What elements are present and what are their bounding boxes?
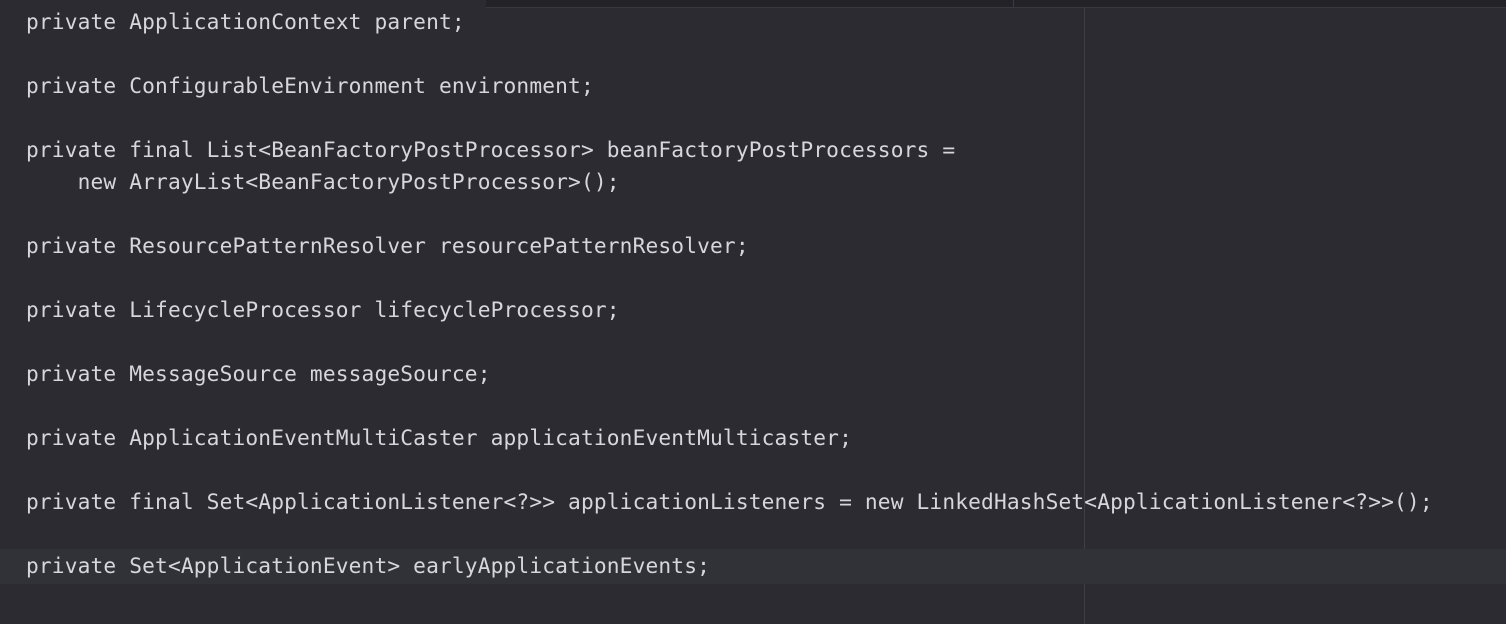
code-line: private ConfigurableEnvironment environm… (26, 73, 594, 98)
code-line: private final List<BeanFactoryPostProces… (26, 137, 956, 162)
code-line-current: private Set<ApplicationEvent> earlyAppli… (26, 553, 711, 578)
editor-tab-strip (486, 0, 1013, 8)
code-line: private MessageSource messageSource; (26, 361, 491, 386)
print-margin-ruler (1084, 8, 1085, 624)
editor-tab-strip-right (1013, 0, 1506, 8)
code-line: private LifecycleProcessor lifecycleProc… (26, 297, 620, 322)
code-line: private ResourcePatternResolver resource… (26, 233, 749, 258)
code-line: new ArrayList<BeanFactoryPostProcessor>(… (26, 169, 620, 194)
code-line: private final Set<ApplicationListener<?>… (26, 489, 1433, 514)
code-line: private ApplicationEventMultiCaster appl… (26, 425, 852, 450)
code-line: private ApplicationContext parent; (26, 9, 465, 34)
